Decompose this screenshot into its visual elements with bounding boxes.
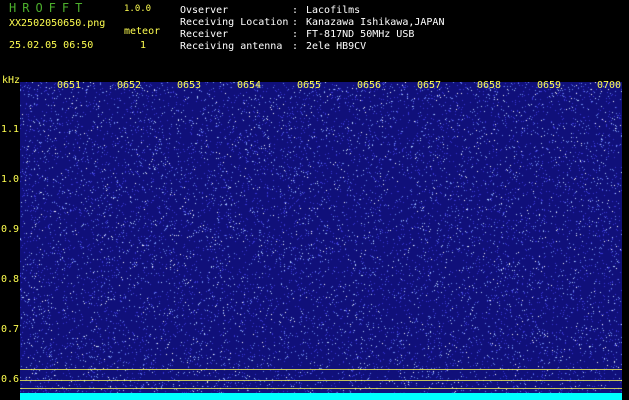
x-tick-label: 0655 xyxy=(297,80,322,91)
info-colon: : xyxy=(292,5,299,16)
y-tick-label: 0.6 xyxy=(1,374,20,385)
app-title: HROFFT xyxy=(9,1,89,15)
info-value-antenna: 2ele HB9CV xyxy=(306,41,367,52)
meteor-count: 1 xyxy=(140,40,147,51)
x-tick-label: 0652 xyxy=(117,80,142,91)
x-tick-label: 0659 xyxy=(537,80,562,91)
x-tick-label: 0653 xyxy=(177,80,202,91)
y-tick-label: 0.9 xyxy=(1,224,20,235)
x-tick-label: 0658 xyxy=(477,80,502,91)
spectrogram-noise xyxy=(20,82,622,400)
timestamp: 25.02.05 06:50 xyxy=(9,40,94,51)
spectrogram xyxy=(20,82,622,400)
app-version: 1.0.0 xyxy=(124,4,152,14)
info-key-location: Receiving Location xyxy=(180,17,289,28)
y-tick-label: 0.7 xyxy=(1,324,20,335)
info-colon: : xyxy=(292,41,299,52)
file-name: XX2502050650.png xyxy=(9,18,106,29)
info-colon: : xyxy=(292,17,299,28)
info-key-receiver: Receiver xyxy=(180,29,229,40)
y-axis-unit: kHz xyxy=(2,75,21,86)
x-tick-label: 0651 xyxy=(57,80,82,91)
info-key-antenna: Receiving antenna xyxy=(180,41,283,52)
y-tick-label: 1.1 xyxy=(1,124,20,135)
x-tick-label: 0656 xyxy=(357,80,382,91)
y-tick-label: 1.0 xyxy=(1,174,20,185)
info-colon: : xyxy=(292,29,299,40)
info-value-receiver: FT-817ND 50MHz USB xyxy=(306,29,415,40)
reference-line xyxy=(20,369,622,370)
info-value-location: Kanazawa Ishikawa,JAPAN xyxy=(306,17,445,28)
info-key-observer: Ovserver xyxy=(180,5,229,16)
reference-line xyxy=(20,380,622,381)
y-tick-label: 0.8 xyxy=(1,274,20,285)
x-tick-label: 0657 xyxy=(417,80,442,91)
x-tick-label: 0700 xyxy=(597,80,622,91)
x-tick-label: 0654 xyxy=(237,80,262,91)
baseline-band xyxy=(20,393,622,400)
meteor-label: meteor xyxy=(124,26,161,37)
reference-line xyxy=(20,388,622,389)
info-value-observer: Lacofilms xyxy=(306,5,361,16)
